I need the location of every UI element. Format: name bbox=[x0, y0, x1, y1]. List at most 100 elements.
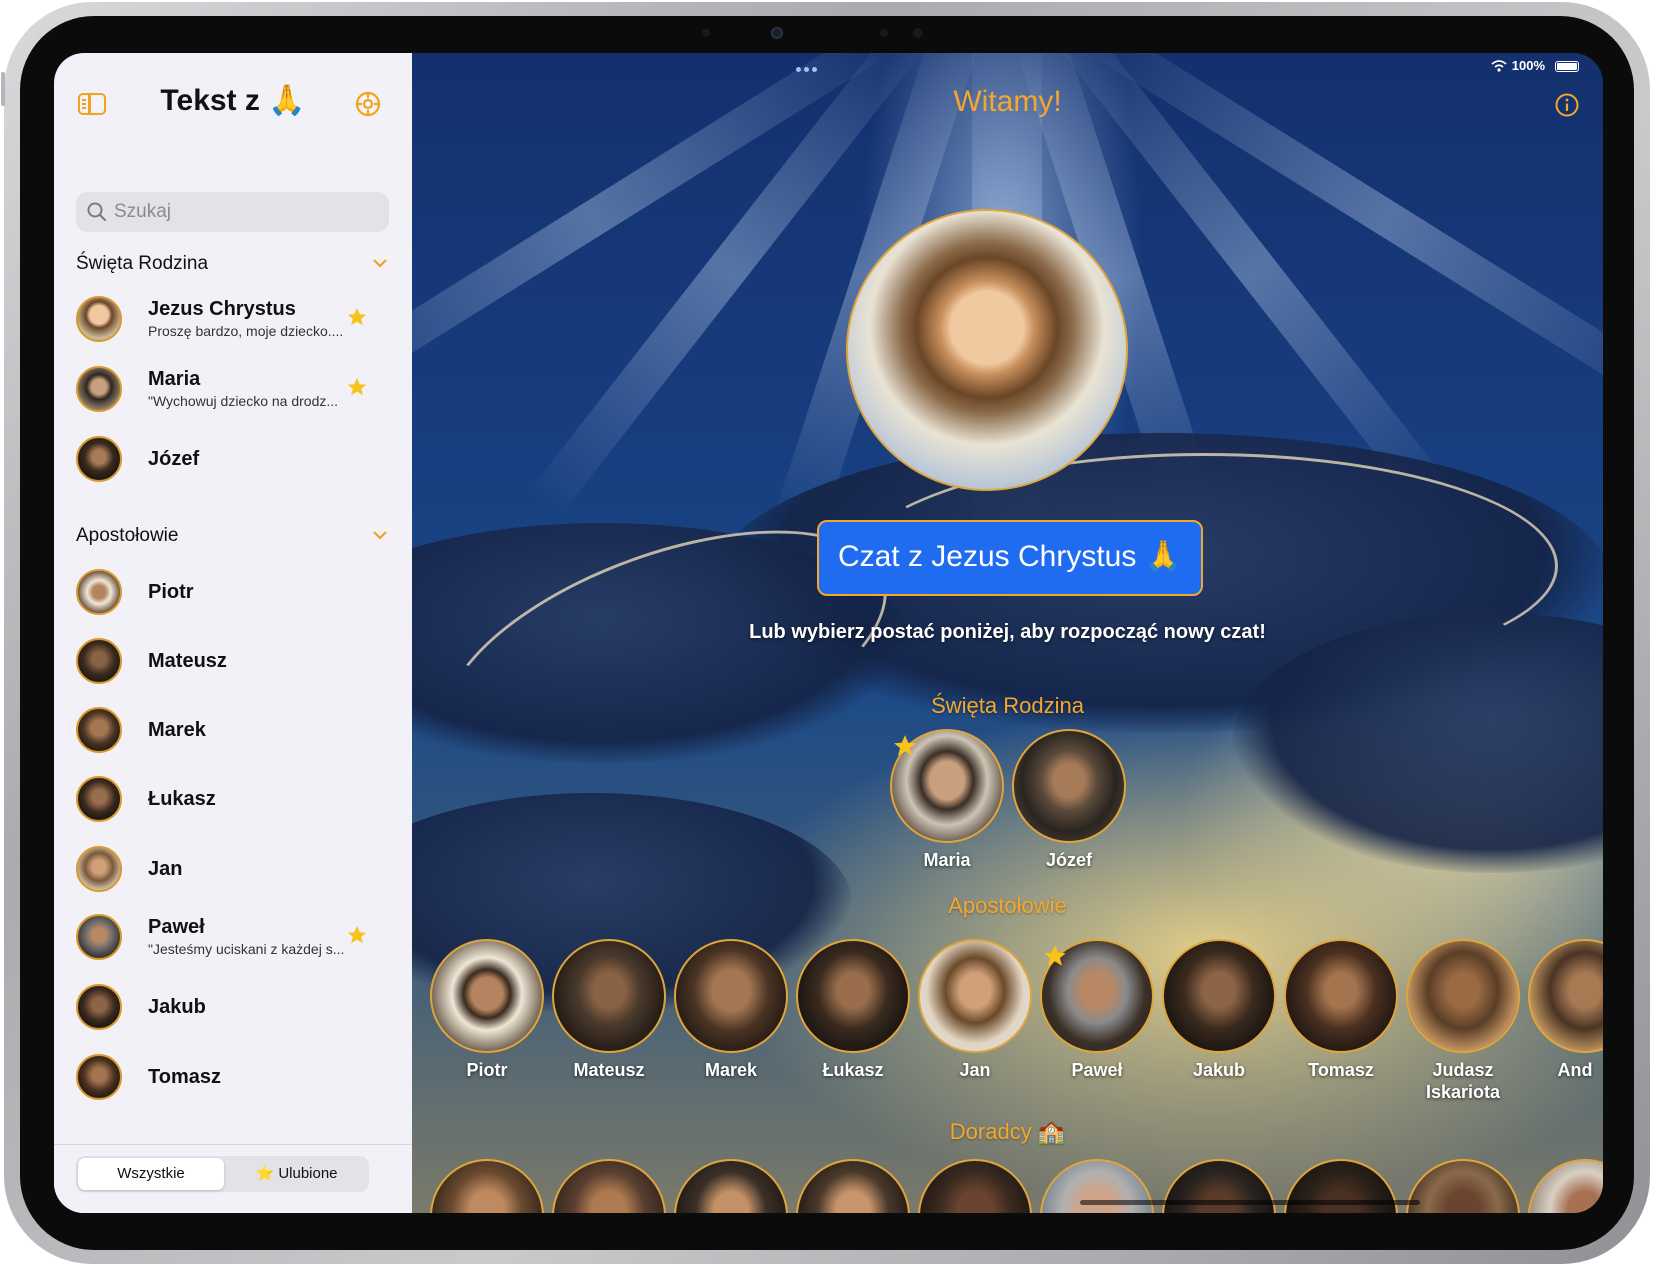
character-name: Jan bbox=[959, 1060, 991, 1080]
sidebar: Tekst z 🙏 Szukaj Święta Rodzina Jezus Ch… bbox=[54, 53, 413, 1213]
portrait bbox=[552, 1159, 666, 1213]
avatar bbox=[76, 638, 122, 684]
list-item-jakub[interactable]: Jakub bbox=[54, 974, 412, 1040]
sensor bbox=[913, 28, 923, 38]
list-item-piotr[interactable]: Piotr bbox=[54, 559, 412, 625]
section-header-holy-family[interactable]: Święta Rodzina bbox=[76, 250, 389, 280]
portrait bbox=[1528, 1159, 1603, 1213]
portrait bbox=[918, 939, 1032, 1053]
list-item-jozef[interactable]: Józef bbox=[54, 426, 412, 492]
star-icon bbox=[347, 307, 367, 326]
portrait bbox=[1528, 939, 1603, 1053]
list-item-maria[interactable]: Maria "Wychowuj dziecko na drodz... bbox=[54, 356, 412, 422]
filter-all-button[interactable]: Wszystkie bbox=[78, 1158, 224, 1190]
section-title: Święta Rodzina bbox=[76, 253, 209, 274]
portrait bbox=[674, 1159, 788, 1213]
search-icon bbox=[87, 202, 107, 222]
avatar bbox=[76, 984, 122, 1030]
avatar bbox=[76, 366, 122, 412]
character-name: Paweł bbox=[1071, 1060, 1123, 1080]
portrait bbox=[1406, 1159, 1520, 1213]
character-name: Mateusz bbox=[573, 1060, 645, 1080]
category-title: Doradcy 🏫 bbox=[949, 1119, 1066, 1144]
portrait bbox=[552, 939, 666, 1053]
contact-name: Tomasz bbox=[148, 1066, 221, 1088]
filter-bar: Wszystkie ⭐ Ulubione bbox=[54, 1144, 412, 1213]
avatar bbox=[76, 1054, 122, 1100]
multitasking-indicator[interactable] bbox=[796, 59, 820, 72]
segmented-control: Wszystkie ⭐ Ulubione bbox=[76, 1156, 369, 1192]
message-preview: "Jesteśmy uciskani z każdej s... bbox=[148, 941, 345, 957]
sensor bbox=[702, 29, 710, 37]
portrait bbox=[1162, 939, 1276, 1053]
side-button bbox=[1, 72, 5, 106]
character-name: Piotr bbox=[466, 1060, 508, 1080]
character-name: Maria bbox=[923, 850, 971, 870]
list-item-jan[interactable]: Jan bbox=[54, 836, 412, 902]
search-field[interactable]: Szukaj bbox=[76, 192, 389, 232]
character-name: Marek bbox=[704, 1060, 758, 1080]
list-item-pawel[interactable]: Paweł "Jesteśmy uciskani z każdej s... bbox=[54, 904, 412, 970]
avatar bbox=[76, 569, 122, 615]
filter-favorites-button[interactable]: ⭐ Ulubione bbox=[226, 1158, 367, 1190]
portrait bbox=[430, 939, 544, 1053]
instruction-text: Lub wybierz postać poniżej, aby rozpoczą… bbox=[749, 621, 1266, 643]
page-title: Witamy! bbox=[953, 85, 1062, 118]
portrait bbox=[1284, 939, 1398, 1053]
wifi-icon bbox=[1491, 60, 1507, 72]
contact-name: Łukasz bbox=[148, 788, 216, 810]
battery-icon bbox=[1555, 61, 1579, 72]
avatar bbox=[76, 776, 122, 822]
star-icon bbox=[1044, 945, 1066, 966]
star-icon bbox=[894, 735, 916, 756]
home-indicator[interactable] bbox=[1080, 1200, 1420, 1205]
hero-portrait[interactable] bbox=[846, 209, 1128, 491]
section-title: Apostołowie bbox=[76, 525, 179, 546]
message-preview: Proszę bardzo, moje dziecko.... bbox=[148, 323, 344, 339]
portrait bbox=[1406, 939, 1520, 1053]
avatar bbox=[76, 914, 122, 960]
character-name: And bbox=[1557, 1060, 1593, 1080]
portrait bbox=[1012, 729, 1126, 843]
front-camera bbox=[771, 27, 783, 39]
contact-name: Marek bbox=[148, 719, 206, 741]
settings-gear-icon[interactable] bbox=[354, 90, 382, 118]
list-item-lukasz[interactable]: Łukasz bbox=[54, 766, 412, 832]
search-placeholder: Szukaj bbox=[114, 201, 172, 222]
contact-name: Maria bbox=[148, 368, 201, 390]
chevron-down-icon[interactable] bbox=[371, 526, 389, 544]
avatar bbox=[76, 846, 122, 892]
list-item-tomasz[interactable]: Tomasz bbox=[54, 1044, 412, 1110]
list-item-marek[interactable]: Marek bbox=[54, 697, 412, 763]
avatar bbox=[76, 296, 122, 342]
character-name: Józef bbox=[1045, 850, 1092, 870]
star-icon bbox=[347, 925, 367, 944]
character-name: Jakub bbox=[1192, 1060, 1246, 1080]
contact-name: Mateusz bbox=[148, 650, 227, 672]
portrait bbox=[918, 1159, 1032, 1213]
category-title: Święta Rodzina bbox=[931, 693, 1084, 718]
contact-name: Józef bbox=[148, 448, 200, 470]
list-item-mateusz[interactable]: Mateusz bbox=[54, 628, 412, 694]
contact-name: Jakub bbox=[148, 996, 206, 1018]
avatar bbox=[76, 436, 122, 482]
battery-percent: 100% bbox=[1511, 58, 1545, 73]
character-name: Łukasz bbox=[822, 1060, 884, 1080]
main-panel: 100% Witamy! Czat z Jezus Chrystus 🙏 Lub… bbox=[412, 53, 1603, 1213]
portrait bbox=[796, 939, 910, 1053]
avatar bbox=[76, 707, 122, 753]
portrait bbox=[796, 1159, 910, 1213]
character-name: Tomasz bbox=[1308, 1060, 1374, 1080]
contact-name: Piotr bbox=[148, 581, 194, 603]
portrait bbox=[430, 1159, 544, 1213]
contact-name: Jan bbox=[148, 858, 183, 880]
chevron-down-icon[interactable] bbox=[371, 254, 389, 272]
start-chat-button[interactable]: Czat z Jezus Chrystus 🙏 bbox=[817, 520, 1203, 596]
message-preview: "Wychowuj dziecko na drodz... bbox=[148, 393, 339, 409]
info-icon[interactable] bbox=[1555, 93, 1579, 117]
list-item-jezus-chrystus[interactable]: Jezus Chrystus Proszę bardzo, moje dziec… bbox=[54, 286, 412, 352]
contact-name: Paweł bbox=[148, 916, 205, 938]
star-icon bbox=[347, 377, 367, 396]
section-header-apostles[interactable]: Apostołowie bbox=[76, 522, 389, 552]
portrait bbox=[674, 939, 788, 1053]
